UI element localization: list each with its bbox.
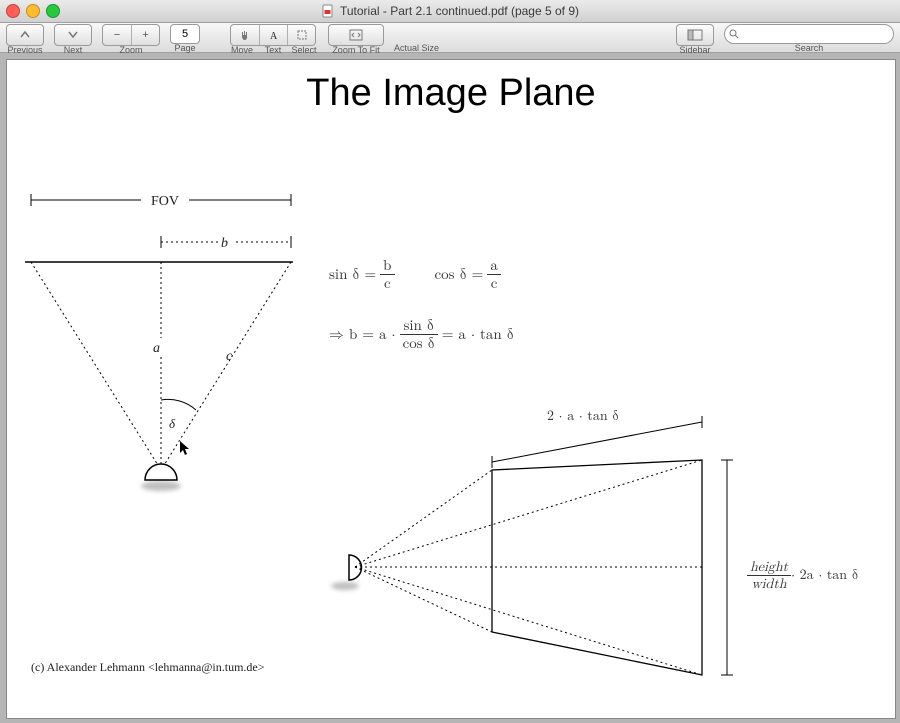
select-tool-button[interactable]: [287, 25, 315, 45]
zoom-to-fit-button[interactable]: [328, 24, 384, 46]
eq-derivation: ⇒ b = a · sin δ cos δ = a · tan δ: [329, 318, 514, 351]
sidebar-label: Sidebar: [679, 45, 710, 55]
previous-label: Previous: [7, 45, 42, 55]
next-label: Next: [64, 45, 83, 55]
marquee-icon: [296, 29, 308, 41]
top-measure-label: 2 · a · tan δ: [547, 408, 619, 425]
actual-size-group: Actual Size: [394, 24, 439, 53]
fov-label: FOV: [151, 194, 179, 209]
chevron-up-icon: [20, 30, 30, 40]
search-label: Search: [795, 43, 824, 53]
close-icon[interactable]: [6, 4, 20, 18]
zoom-in-button[interactable]: +: [131, 25, 159, 45]
tool-mode-group: A Move Text Select: [228, 24, 318, 55]
search-icon: [729, 29, 739, 39]
svg-text:A: A: [270, 31, 278, 41]
sidebar-toggle-button[interactable]: [676, 24, 714, 46]
actual-size-label: Actual Size: [394, 43, 439, 53]
eq2-lead: ⇒ b = a ·: [329, 326, 396, 344]
zoom-label: Zoom: [119, 45, 142, 55]
fit-icon: [349, 29, 363, 41]
text-tool-button[interactable]: A: [259, 25, 287, 45]
eq2-tail: = a · tan δ: [442, 326, 514, 344]
mouse-cursor-icon: [179, 440, 191, 456]
document-viewport[interactable]: The Image Plane FOV b a c: [0, 53, 900, 723]
page-group: Page: [170, 24, 200, 53]
zoom-group: − + Zoom: [102, 24, 160, 55]
frustum-diagram: [327, 400, 747, 690]
svg-text:b: b: [221, 236, 228, 251]
nav-next-group: Next: [54, 24, 92, 55]
svg-text:δ: δ: [169, 416, 176, 431]
svg-text:a: a: [153, 341, 160, 356]
document-icon: [321, 4, 335, 18]
next-button[interactable]: [54, 24, 92, 46]
page-number-input[interactable]: [170, 24, 200, 44]
window-title: Tutorial - Part 2.1 continued.pdf (page …: [321, 4, 579, 18]
nav-previous-group: Previous: [6, 24, 44, 55]
sidebar-group: Sidebar: [676, 24, 714, 55]
toolbar: Previous Next − + Zoom Page A: [0, 23, 900, 53]
eq-cos-label: cos δ =: [435, 266, 484, 284]
page-title: The Image Plane: [7, 72, 895, 115]
search-input[interactable]: [724, 24, 894, 44]
text-select-icon: A: [268, 29, 280, 41]
page-label: Page: [174, 43, 195, 53]
svg-text:c: c: [226, 349, 233, 364]
pdf-page: The Image Plane FOV b a c: [6, 59, 896, 719]
window-title-text: Tutorial - Part 2.1 continued.pdf (page …: [340, 4, 579, 18]
previous-button[interactable]: [6, 24, 44, 46]
select-label: Select: [290, 45, 318, 55]
height-width-formula: height width · 2a · tan δ: [747, 560, 858, 591]
zoom-out-button[interactable]: −: [103, 25, 131, 45]
sidebar-icon: [687, 29, 703, 41]
text-label: Text: [262, 45, 284, 55]
move-label: Move: [228, 45, 256, 55]
copyright-text: (c) Alexander Lehmann <lehmanna@in.tum.d…: [31, 660, 265, 675]
search-group: Search: [724, 24, 894, 53]
eq-sin-label: sin δ =: [329, 266, 376, 284]
window-titlebar: Tutorial - Part 2.1 continued.pdf (page …: [0, 0, 900, 23]
chevron-down-icon: [68, 30, 78, 40]
hand-icon: [239, 29, 251, 41]
zoom-fit-group: Zoom To Fit: [328, 24, 384, 55]
move-tool-button[interactable]: [231, 25, 259, 45]
eq-trig-definitions: sin δ = bc cos δ = ac: [329, 258, 501, 291]
zoom-window-icon[interactable]: [46, 4, 60, 18]
zoom-fit-label: Zoom To Fit: [332, 45, 379, 55]
fov-triangle-diagram: FOV b a c δ: [21, 190, 311, 500]
minimize-icon[interactable]: [26, 4, 40, 18]
traffic-lights: [6, 4, 60, 18]
